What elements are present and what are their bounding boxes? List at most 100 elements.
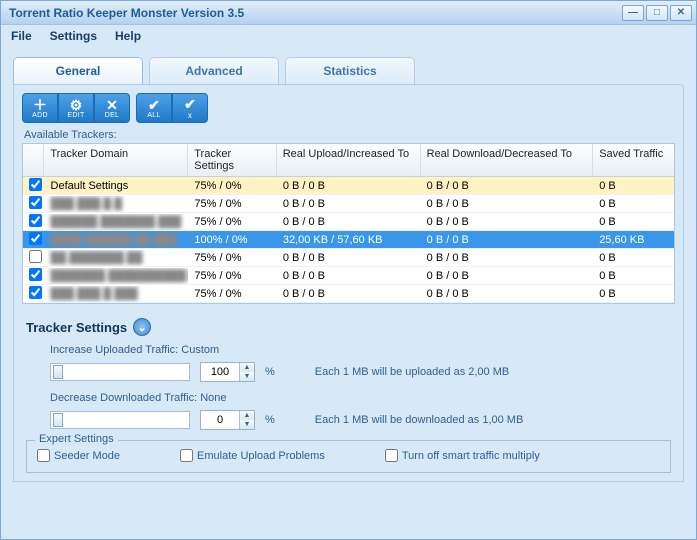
cell-saved: 0 B [593,196,674,212]
cell-download: 0 B / 0 B [421,178,594,194]
cell-domain: ███████.██████████.███ [45,268,189,284]
table-row[interactable]: Default Settings75% / 0%0 B / 0 B0 B / 0… [23,177,674,195]
cell-download: 0 B / 0 B [421,214,594,230]
table-row[interactable]: ███.███.█.█75% / 0%0 B / 0 B0 B / 0 B0 B [23,195,674,213]
col-settings[interactable]: Tracker Settings [188,144,276,176]
cell-domain: ██.███████.██ [45,250,189,266]
percent-label: % [265,414,275,426]
col-upload[interactable]: Real Upload/Increased To [277,144,421,176]
table-header: Tracker Domain Tracker Settings Real Upl… [23,144,674,177]
decrease-input[interactable] [201,414,239,426]
cell-upload: 0 B / 0 B [277,268,421,284]
table-row[interactable]: ██████.███████.███75% / 0%0 B / 0 B0 B /… [23,213,674,231]
col-download[interactable]: Real Download/Decreased To [421,144,594,176]
cell-upload: 0 B / 0 B [277,286,421,302]
spin-down[interactable]: ▼ [240,372,254,381]
increase-label: Increase Uploaded Traffic: Custom [50,344,675,356]
spin-up[interactable]: ▲ [240,411,254,420]
table-row[interactable]: ████.██████.██.███100% / 0%32,00 KB / 57… [23,231,674,249]
table-body: Default Settings75% / 0%0 B / 0 B0 B / 0… [23,177,674,303]
decrease-slider[interactable] [50,411,190,429]
cell-download: 0 B / 0 B [421,196,594,212]
increase-input[interactable] [201,366,239,378]
expert-settings-fieldset: Expert Settings Seeder Mode Emulate Uplo… [26,440,671,473]
col-saved[interactable]: Saved Traffic [593,144,674,176]
increase-number: ▲ ▼ [200,362,255,382]
cell-settings: 75% / 0% [188,250,276,266]
increase-row: ▲ ▼ % Each 1 MB will be uploaded as 2,00… [50,362,675,382]
trackers-table: Tracker Domain Tracker Settings Real Upl… [22,143,675,304]
cell-upload: 0 B / 0 B [277,250,421,266]
cell-settings: 75% / 0% [188,196,276,212]
increase-hint: Each 1 MB will be uploaded as 2,00 MB [315,366,509,378]
delete-button[interactable]: ✕DEL [94,93,130,123]
cell-saved: 25,60 KB [593,232,674,248]
minimize-button[interactable]: — [622,5,644,21]
row-checkbox[interactable] [29,196,42,209]
select-all-button[interactable]: ✔ALL [136,93,172,123]
window-buttons: — □ ✕ [622,5,692,21]
maximize-button[interactable]: □ [646,5,668,21]
col-domain[interactable]: Tracker Domain [44,144,188,176]
spin-down[interactable]: ▼ [240,420,254,429]
menu-file[interactable]: File [7,27,36,45]
general-panel: ＋ADD ⚙EDIT ✕DEL ✔ALL ✔x Available Tracke… [13,84,684,482]
cell-upload: 0 B / 0 B [277,196,421,212]
decrease-number: ▲ ▼ [200,410,255,430]
decrease-hint: Each 1 MB will be downloaded as 1,00 MB [315,414,524,426]
slider-thumb[interactable] [53,413,63,427]
tracker-settings-heading: Tracker Settings ⌄ [26,318,675,336]
menu-settings[interactable]: Settings [46,27,101,45]
row-checkbox[interactable] [29,286,42,299]
x-icon: ✕ [106,98,118,112]
col-checkbox [23,144,44,176]
increase-slider[interactable] [50,363,190,381]
cell-settings: 75% / 0% [188,178,276,194]
cell-settings: 75% / 0% [188,286,276,302]
add-button[interactable]: ＋ADD [22,93,58,123]
app-window: Torrent Ratio Keeper Monster Version 3.5… [0,0,697,540]
edit-button[interactable]: ⚙EDIT [58,93,94,123]
plus-icon: ＋ [33,98,47,112]
chevron-down-icon: ⌄ [138,321,147,334]
row-checkbox[interactable] [29,268,42,281]
expert-row: Seeder Mode Emulate Upload Problems Turn… [37,449,660,462]
cell-domain: ████.██████.██.███ [45,232,189,248]
tab-advanced[interactable]: Advanced [149,57,279,84]
spin-up[interactable]: ▲ [240,363,254,372]
table-row[interactable]: ██.███████.██75% / 0%0 B / 0 B0 B / 0 B0… [23,249,674,267]
check-icon: ✔ [148,98,160,112]
cell-upload: 0 B / 0 B [277,214,421,230]
table-row[interactable]: ███████.██████████.███75% / 0%0 B / 0 B0… [23,267,674,285]
decrease-label: Decrease Downloaded Traffic: None [50,392,675,404]
cell-upload: 32,00 KB / 57,60 KB [277,232,421,248]
row-checkbox[interactable] [29,178,42,191]
emulate-upload-checkbox[interactable]: Emulate Upload Problems [180,449,325,462]
row-checkbox[interactable] [29,214,42,227]
cell-download: 0 B / 0 B [421,250,594,266]
cell-upload: 0 B / 0 B [277,178,421,194]
table-row[interactable]: ███.███.█.███75% / 0%0 B / 0 B0 B / 0 B0… [23,285,674,303]
cell-saved: 0 B [593,250,674,266]
seeder-mode-checkbox[interactable]: Seeder Mode [37,449,120,462]
cell-settings: 75% / 0% [188,214,276,230]
cell-saved: 0 B [593,178,674,194]
cell-domain: ██████.███████.███ [45,214,189,230]
expert-legend: Expert Settings [35,433,118,445]
slider-thumb[interactable] [53,365,63,379]
decrease-spinner: ▲ ▼ [239,411,254,429]
menu-help[interactable]: Help [111,27,145,45]
available-trackers-label: Available Trackers: [24,129,675,141]
tab-statistics[interactable]: Statistics [285,57,415,84]
cell-domain: Default Settings [45,178,189,194]
expand-toggle[interactable]: ⌄ [133,318,151,336]
tab-general[interactable]: General [13,57,143,84]
check-x-icon: ✔ [184,97,196,111]
cell-saved: 0 B [593,214,674,230]
row-checkbox[interactable] [29,232,42,245]
row-checkbox[interactable] [29,250,42,263]
select-none-button[interactable]: ✔x [172,93,208,123]
tab-strip: General Advanced Statistics [13,57,684,84]
close-button[interactable]: ✕ [670,5,692,21]
turnoff-smart-checkbox[interactable]: Turn off smart traffic multiply [385,449,540,462]
